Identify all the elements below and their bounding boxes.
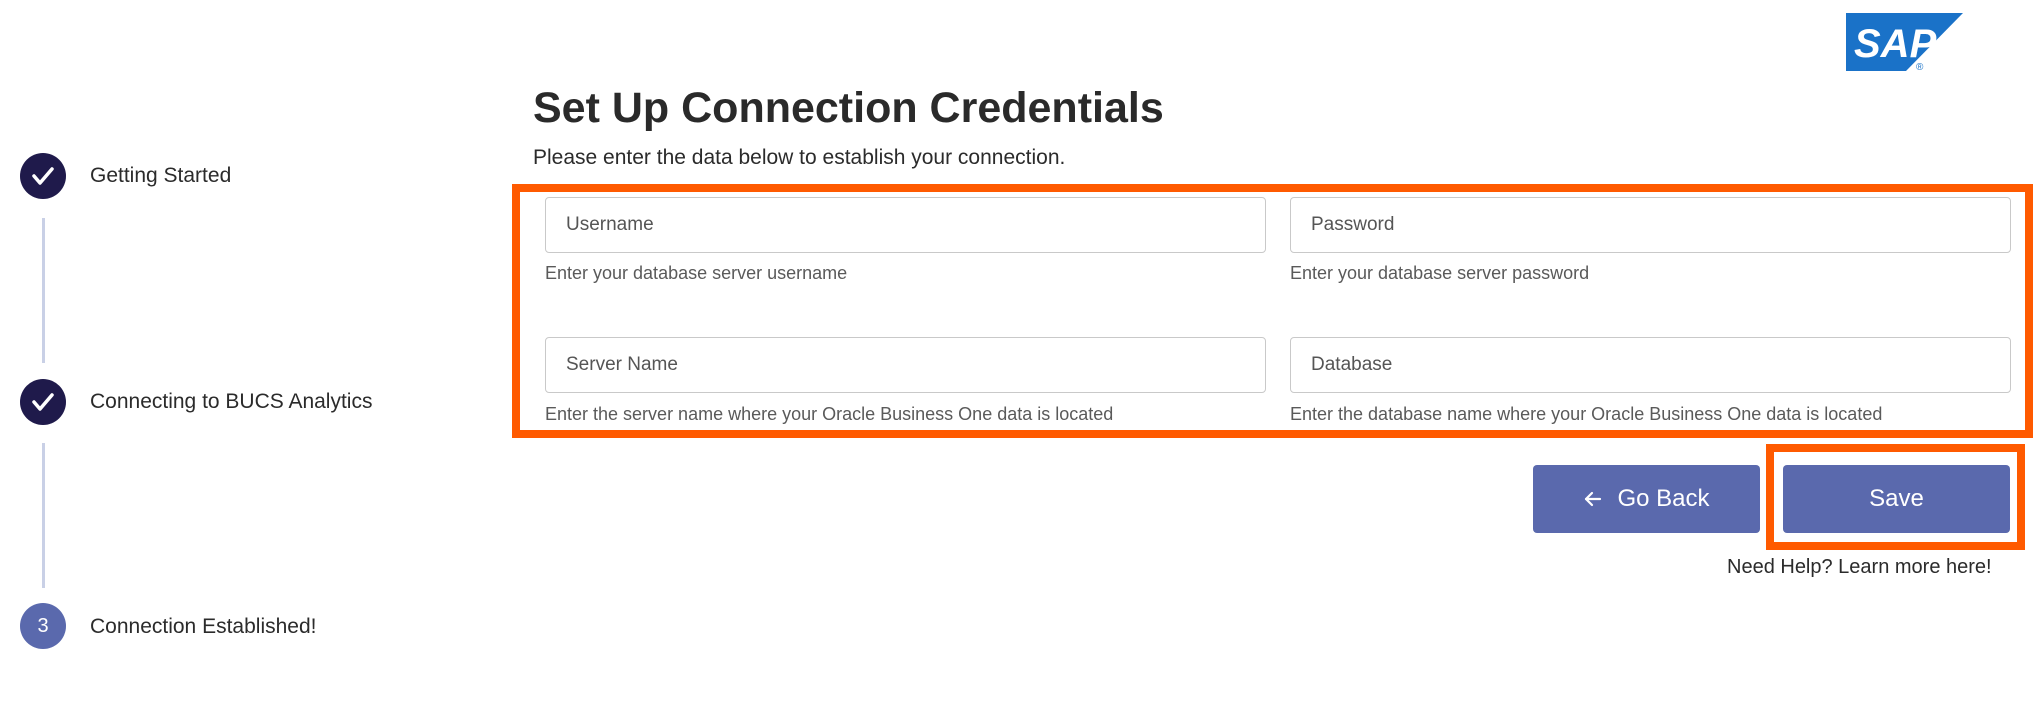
checkmark-icon <box>32 167 54 185</box>
sap-logo: SAP ® <box>1846 13 1963 73</box>
database-hint: Enter the database name where your Oracl… <box>1290 404 1883 424</box>
step-connector <box>42 218 45 363</box>
step-connector <box>42 443 45 588</box>
help-link[interactable]: Need Help? Learn more here! <box>1727 556 1992 579</box>
step-3-indicator: 3 <box>20 603 66 649</box>
username-hint: Enter your database server username <box>545 263 848 283</box>
step-2-label: Connecting to BUCS Analytics <box>90 390 373 413</box>
page-subtitle: Please enter the data below to establish… <box>533 146 1066 169</box>
step-1-indicator <box>20 153 66 199</box>
sap-logo-text: SAP <box>1854 22 1937 66</box>
server-name-field[interactable] <box>545 337 1266 393</box>
svg-text:®: ® <box>1916 62 1924 71</box>
page-title: Set Up Connection Credentials <box>533 84 1164 132</box>
step-3-number: 3 <box>37 614 49 637</box>
step-3-label: Connection Established! <box>90 615 317 638</box>
go-back-button[interactable]: Go Back <box>1533 465 1760 533</box>
go-back-label: Go Back <box>1617 485 1710 512</box>
checkmark-icon <box>32 393 54 411</box>
password-field[interactable] <box>1290 197 2011 253</box>
arrow-left-icon <box>1585 491 1602 507</box>
server-name-hint: Enter the server name where your Oracle … <box>545 404 1114 424</box>
step-2-indicator <box>20 379 66 425</box>
save-button[interactable]: Save <box>1783 465 2010 533</box>
username-field[interactable] <box>545 197 1266 253</box>
database-field[interactable] <box>1290 337 2011 393</box>
step-1-label: Getting Started <box>90 164 232 187</box>
password-hint: Enter your database server password <box>1290 263 1590 283</box>
save-label: Save <box>1869 485 1924 512</box>
